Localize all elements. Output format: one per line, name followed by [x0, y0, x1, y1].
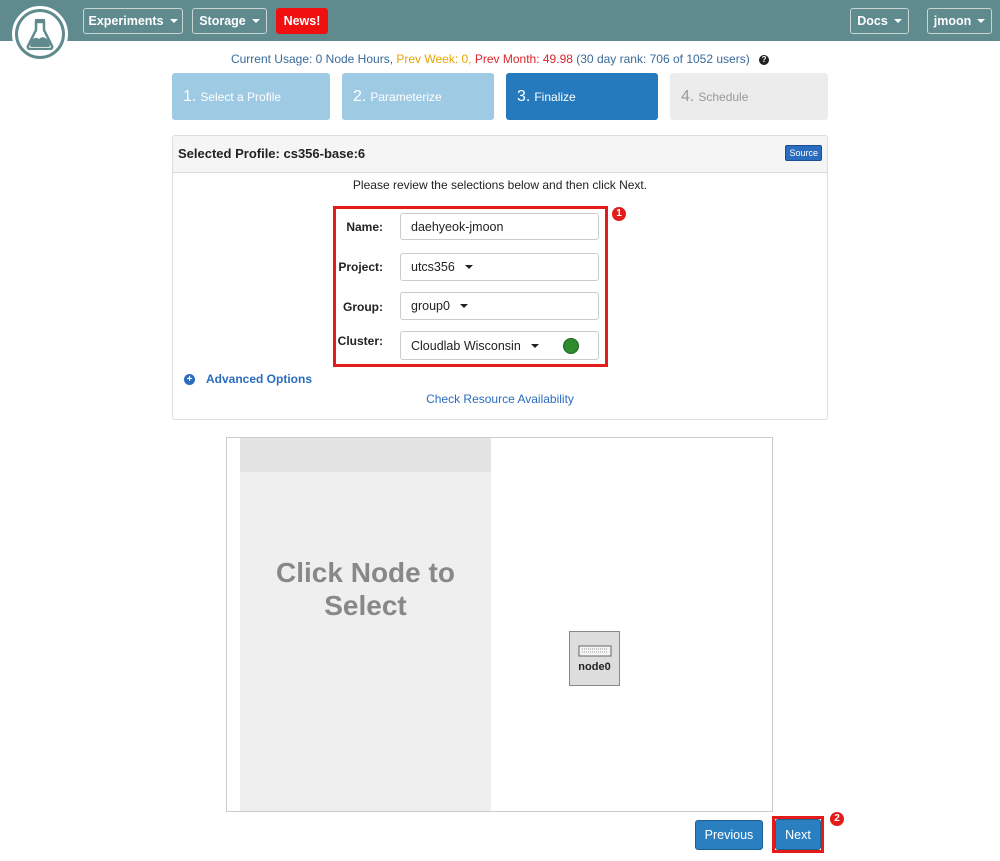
- storage-label: Storage: [199, 14, 246, 28]
- group-select[interactable]: group0: [400, 292, 599, 320]
- next-button[interactable]: Next: [775, 819, 821, 850]
- step-number: 2.: [353, 87, 367, 105]
- chevron-down-icon: [893, 19, 902, 23]
- storage-menu[interactable]: Storage: [192, 8, 267, 34]
- group-value: group0: [411, 299, 450, 313]
- node-select-placeholder: Click Node to Select: [276, 557, 455, 621]
- advanced-options-toggle[interactable]: + Advanced Options: [184, 372, 312, 386]
- check-resource-link[interactable]: Check Resource Availability: [0, 392, 1000, 406]
- prev-month-usage: Prev Month: 49.98: [474, 52, 573, 66]
- step-schedule[interactable]: 4. Schedule: [670, 73, 828, 120]
- advanced-options-label: Advanced Options: [206, 372, 313, 386]
- review-instructions: Please review the selections below and t…: [352, 178, 648, 192]
- prev-week-usage: Prev Week: 0,: [396, 52, 472, 66]
- group-label: Group:: [343, 300, 383, 314]
- help-icon[interactable]: ?: [759, 54, 770, 65]
- server-icon: [578, 645, 611, 657]
- step-label: Select a Profile: [200, 89, 282, 104]
- current-usage: Current Usage: 0 Node Hours,: [230, 52, 394, 66]
- cluster-label: Cluster:: [337, 334, 383, 348]
- step-label: Schedule: [698, 89, 749, 104]
- step-number: 3.: [517, 87, 531, 105]
- step-parameterize[interactable]: 2. Parameterize: [342, 73, 494, 120]
- annotation-badge-2: 2: [830, 812, 844, 826]
- cluster-value: Cloudlab Wisconsin: [411, 338, 521, 353]
- panel-header: Selected Profile: cs356-base:6 Source: [173, 136, 827, 173]
- step-select-profile[interactable]: 1. Select a Profile: [172, 73, 330, 120]
- chevron-down-icon: [459, 304, 468, 308]
- selected-profile-title: Selected Profile: cs356-base:6: [178, 146, 366, 161]
- cloudlab-logo[interactable]: [12, 6, 68, 62]
- node-info-pane: [240, 438, 491, 811]
- step-label: Finalize: [534, 89, 576, 104]
- project-select[interactable]: utcs356: [400, 253, 599, 281]
- source-button[interactable]: Source: [785, 145, 822, 161]
- topology-node[interactable]: node0: [569, 631, 620, 686]
- news-button[interactable]: News!: [276, 8, 328, 34]
- project-value: utcs356: [411, 260, 455, 274]
- previous-label: Previous: [704, 828, 754, 842]
- usage-rank: (30 day rank: 706 of 1052 users): [576, 52, 750, 66]
- user-menu[interactable]: jmoon: [927, 8, 992, 34]
- usage-bar: Current Usage: 0 Node Hours, Prev Week: …: [0, 52, 1000, 66]
- docs-label: Docs: [857, 14, 888, 28]
- chevron-down-icon: [251, 19, 260, 23]
- experiments-label: Experiments: [88, 14, 164, 28]
- chevron-down-icon: [530, 343, 539, 348]
- project-label: Project:: [338, 260, 383, 274]
- node-info-header: [240, 438, 491, 472]
- step-finalize[interactable]: 3. Finalize: [506, 73, 658, 120]
- username-label: jmoon: [933, 14, 972, 28]
- name-value: daehyeok-jmoon: [411, 219, 504, 234]
- node-label: node0: [578, 661, 611, 673]
- flask-icon: [26, 19, 54, 50]
- cluster-status-icon: [562, 337, 579, 354]
- docs-menu[interactable]: Docs: [850, 8, 909, 34]
- step-number: 1.: [183, 87, 197, 105]
- next-label: Next: [785, 827, 811, 842]
- chevron-down-icon: [169, 19, 178, 23]
- name-label: Name:: [346, 220, 383, 234]
- chevron-down-icon: [464, 265, 473, 269]
- step-number: 4.: [681, 87, 695, 105]
- step-label: Parameterize: [370, 89, 442, 104]
- cluster-select[interactable]: Cloudlab Wisconsin: [400, 331, 599, 360]
- news-label: News!: [283, 14, 321, 28]
- experiments-menu[interactable]: Experiments: [83, 8, 183, 34]
- annotation-badge-1: 1: [612, 207, 626, 221]
- previous-button[interactable]: Previous: [695, 820, 763, 850]
- plus-circle-icon: +: [184, 373, 195, 385]
- name-field[interactable]: daehyeok-jmoon: [400, 213, 599, 240]
- check-resource-label: Check Resource Availability: [426, 392, 574, 406]
- chevron-down-icon: [977, 19, 986, 23]
